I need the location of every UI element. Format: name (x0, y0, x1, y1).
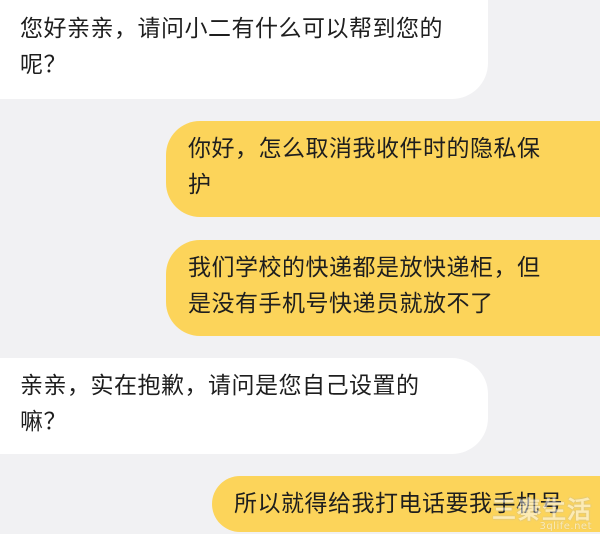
sent-message-bubble[interactable]: 所以就得给我打电话要我手机号 (212, 476, 600, 532)
message-text-line: 嘛？ (20, 409, 67, 435)
message-text-line: 你好，怎么取消我收件时的隐私保 (188, 136, 541, 162)
received-message-bubble[interactable]: 您好亲亲，请问小二有什么可以帮到您的 呢？ (0, 0, 488, 99)
message-text-line: 护 (188, 172, 212, 198)
received-message-bubble[interactable]: 亲亲，实在抱歉，请问是您自己设置的 嘛？ (0, 358, 488, 454)
message-text-line: 所以就得给我打电话要我手机号 (234, 491, 563, 517)
message-text-line: 我们学校的快递都是放快递柜，但 (188, 255, 541, 281)
message-text-line: 亲亲，实在抱歉，请问是您自己设置的 (20, 373, 420, 399)
message-text-line: 呢？ (20, 52, 67, 78)
message-text-line: 您好亲亲，请问小二有什么可以帮到您的 (20, 16, 443, 42)
message-text-line: 是没有手机号快递员就放不了 (188, 291, 494, 317)
sent-message-bubble[interactable]: 你好，怎么取消我收件时的隐私保 护 (166, 121, 600, 217)
sent-message-bubble[interactable]: 我们学校的快递都是放快递柜，但 是没有手机号快递员就放不了 (166, 240, 600, 336)
